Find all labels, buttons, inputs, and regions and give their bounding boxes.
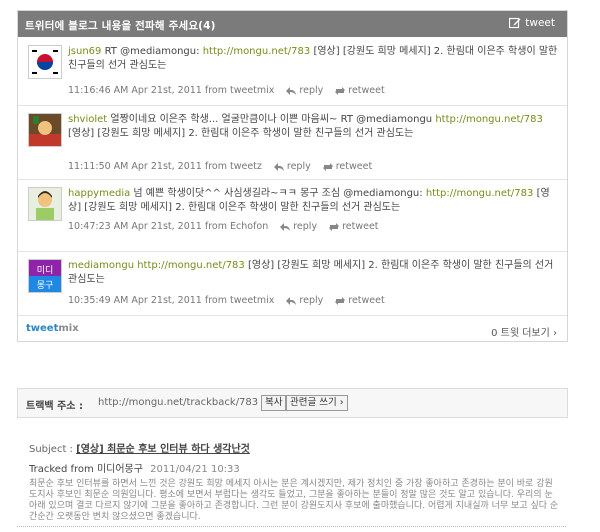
tweet-link[interactable]: http://mongu.net/783 — [435, 114, 543, 125]
retweet-button[interactable]: retweet — [322, 161, 373, 172]
tweet-link[interactable]: http://mongu.net/783 — [137, 260, 245, 271]
reply-button[interactable]: reply — [286, 85, 323, 96]
reply-icon — [280, 222, 291, 231]
tweet-username[interactable]: jsun69 — [68, 46, 101, 57]
tweet-time: 11:16:46 AM Apr 21st, 2011 from tweetmix — [68, 85, 275, 96]
avatar[interactable] — [28, 113, 62, 147]
tweetmix-logo[interactable]: tweetmix — [26, 323, 79, 334]
reply-button[interactable]: reply — [273, 161, 311, 172]
tweet-text: happymedia 넘 예쁜 학생이닷^^ 사심생길라~ㅋㅋ 몽구 조심 @m… — [68, 187, 558, 215]
reply-label: reply — [293, 221, 318, 232]
retweet-icon — [329, 222, 340, 231]
copy-button[interactable]: 복사 — [261, 395, 287, 411]
tweet-time: 11:11:50 AM Apr 21st, 2011 from tweetz — [68, 161, 262, 172]
reply-label: reply — [286, 161, 311, 172]
subject-link[interactable]: [영상] 최문순 후보 인터뷰 하다 생각난것 — [76, 444, 250, 455]
tweet-item: happymedia 넘 예쁜 학생이닷^^ 사심생길라~ㅋㅋ 몽구 조심 @m… — [18, 179, 567, 252]
tweet-meta: 10:47:23 AM Apr 21st, 2011 from Echofon … — [68, 221, 379, 232]
tracked-date: 2011/04/21 10:33 — [150, 464, 240, 475]
trackback-url: http://mongu.net/trackback/783 — [98, 397, 259, 408]
avatar[interactable]: 미디 몽구 — [28, 259, 62, 293]
retweet-label: retweet — [348, 85, 385, 96]
tweet-text: mediamongu http://mongu.net/783 [영상] [강원… — [68, 259, 558, 287]
compose-icon — [509, 17, 521, 29]
panel-header: 트위터에 블로그 내용을 전파해 주세요(4) tweet — [18, 11, 567, 37]
svg-text:몽구: 몽구 — [37, 280, 54, 291]
tweet-text: jsun69 RT @mediamongu: http://mongu.net/… — [68, 45, 558, 73]
tweet-text: shviolet 얼짱이네요 이은주 학생... 얼굴만큼이나 이쁜 마음씨~ … — [68, 113, 558, 141]
retweet-button[interactable]: retweet — [335, 295, 385, 306]
retweet-icon — [322, 162, 333, 171]
tweet-prefix: 얼짱이네요 이은주 학생... 얼굴만큼이나 이쁜 마음씨~ RT @media… — [110, 114, 433, 125]
divider — [17, 526, 566, 527]
reply-button[interactable]: reply — [286, 295, 323, 306]
write-related-button[interactable]: 관련글 쓰기 › — [286, 395, 348, 411]
svg-text:미디: 미디 — [37, 265, 54, 276]
panel-title: 트위터에 블로그 내용을 전파해 주세요(4) — [25, 20, 216, 32]
retweet-label: retweet — [335, 161, 373, 172]
reply-icon — [286, 86, 297, 95]
tweet-prefix: 넘 예쁜 학생이닷^^ 사심생길라~ㅋㅋ 몽구 조심 @mediamongu: — [133, 188, 423, 199]
brand-part-a: tweet — [26, 323, 59, 334]
trackback-entry: Subject : [영상] 최문순 후보 인터뷰 하다 생각난것 Tracke… — [29, 440, 564, 523]
retweet-icon — [335, 296, 346, 305]
brand-part-b: mix — [58, 323, 79, 334]
tweet-time: 10:35:49 AM Apr 21st, 2011 from tweetmix — [68, 295, 275, 306]
tweet-link[interactable]: http://mongu.net/783 — [203, 46, 311, 57]
retweet-label: retweet — [348, 295, 385, 306]
tweet-item: 미디 몽구 mediamongu http://mongu.net/783 [영… — [18, 251, 567, 316]
retweet-label: retweet — [342, 221, 379, 232]
tweet-meta: 11:11:50 AM Apr 21st, 2011 from tweetz r… — [68, 161, 372, 172]
tweet-meta: 10:35:49 AM Apr 21st, 2011 from tweetmix… — [68, 295, 385, 306]
trackback-box: 트랙백 주소 : http://mongu.net/trackback/783 … — [17, 388, 568, 418]
tweet-button[interactable]: tweet — [509, 17, 555, 29]
trackback-label: 트랙백 주소 : — [26, 401, 83, 412]
tweet-meta: 11:16:46 AM Apr 21st, 2011 from tweetmix… — [68, 85, 385, 96]
reply-label: reply — [299, 85, 324, 96]
subject-line: Subject : [영상] 최문순 후보 인터뷰 하다 생각난것 — [29, 440, 564, 455]
avatar[interactable] — [28, 45, 62, 79]
more-tweets-link[interactable]: 0 트윗 더보기 › — [491, 324, 557, 339]
reply-button[interactable]: reply — [280, 221, 317, 232]
tweet-item: shviolet 얼짱이네요 이은주 학생... 얼굴만큼이나 이쁜 마음씨~ … — [18, 105, 567, 180]
tweet-username[interactable]: happymedia — [68, 188, 130, 199]
panel-footer: tweetmix 0 트윗 더보기 › — [18, 315, 567, 341]
retweet-icon — [335, 86, 346, 95]
tweet-time: 10:47:23 AM Apr 21st, 2011 from Echofon — [68, 221, 269, 232]
tweet-body: [영상] [강원도 희망 메세지] 2. 한림대 이은주 학생이 말한 친구들의… — [68, 128, 414, 139]
tracked-from-text: Tracked from 미디어몽구 — [29, 464, 143, 475]
tweet-prefix: RT @mediamongu: — [104, 46, 200, 57]
subject-label: Subject : — [29, 444, 73, 455]
tweet-item: jsun69 RT @mediamongu: http://mongu.net/… — [18, 37, 567, 106]
tweet-username[interactable]: shviolet — [68, 114, 107, 125]
retweet-button[interactable]: retweet — [329, 221, 379, 232]
retweet-button[interactable]: retweet — [335, 85, 385, 96]
reply-label: reply — [299, 295, 324, 306]
tweet-link[interactable]: http://mongu.net/783 — [426, 188, 534, 199]
tweet-panel: 트위터에 블로그 내용을 전파해 주세요(4) tweet jsun69 RT … — [17, 10, 568, 342]
tracked-from: Tracked from 미디어몽구 2011/04/21 10:33 — [29, 460, 564, 475]
reply-icon — [273, 162, 284, 171]
avatar[interactable] — [28, 187, 62, 221]
tweet-username[interactable]: mediamongu — [68, 260, 134, 271]
reply-icon — [286, 296, 297, 305]
trackback-excerpt: 최문순 후보 인터뷰를 하면서 느낀 것은 강원도 희망 메세지 아시는 분은 … — [29, 479, 559, 522]
tweet-button-label: tweet — [525, 17, 555, 29]
